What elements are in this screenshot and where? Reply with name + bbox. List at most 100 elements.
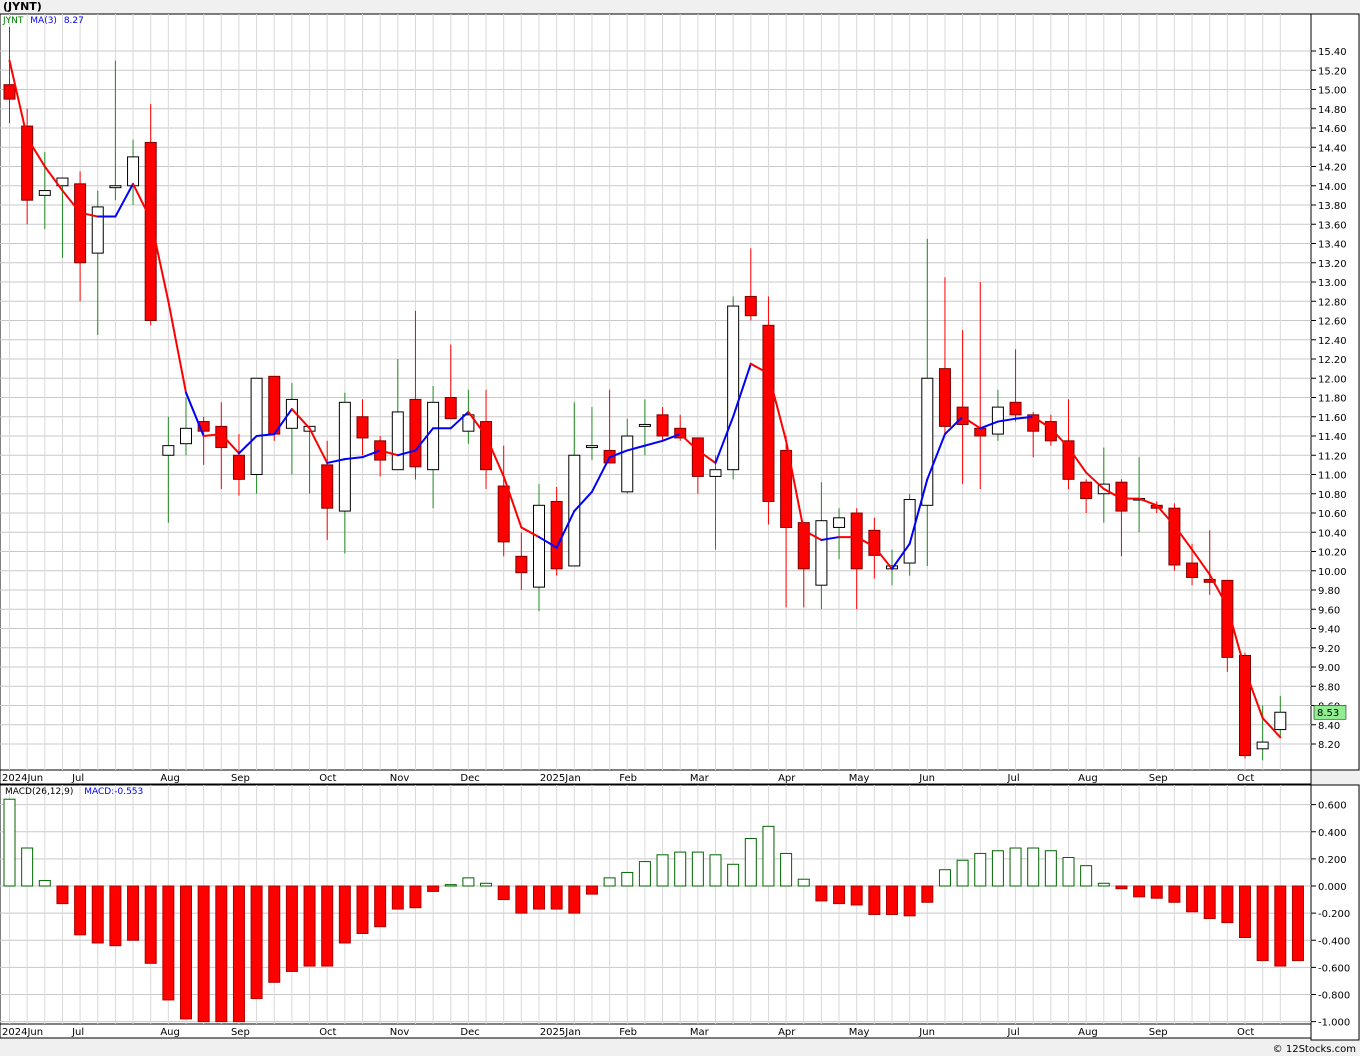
month-label: Jul [71, 1027, 84, 1038]
price-tick-label: 9.00 [1318, 663, 1340, 674]
price-tick-label: 13.20 [1318, 259, 1347, 270]
macd-bar [903, 885, 916, 917]
price-tick-label: 9.60 [1318, 605, 1340, 616]
month-label: Feb [619, 773, 637, 784]
candle-body [144, 141, 157, 321]
macd-bar [1221, 885, 1234, 924]
price-tick-label: 8.20 [1318, 740, 1340, 751]
price-tick-label: 13.60 [1318, 220, 1347, 231]
macd-bar [197, 885, 210, 1023]
macd-bar [480, 882, 493, 887]
candle-body [921, 377, 934, 506]
macd-bar [1203, 885, 1216, 920]
month-label: 2024Jun [2, 773, 43, 784]
price-tick-label: 9.80 [1318, 586, 1340, 597]
macd-tick-label: -1.000 [1318, 1018, 1350, 1029]
month-label: Oct [1237, 773, 1254, 784]
candle-body [762, 324, 775, 502]
month-label: Nov [390, 1027, 410, 1038]
chart-canvas: 15.40 15.20 15.00 14.80 14.60 14.40 14.20 14.00… [0, 13, 1360, 1041]
month-label: Oct [319, 1027, 336, 1038]
price-tick-label: 11.80 [1318, 394, 1347, 405]
macd-bar [3, 798, 16, 887]
price-tick-label: 14.00 [1318, 182, 1347, 193]
candle-body [938, 368, 951, 427]
month-label: 2025Jan [540, 1027, 581, 1038]
price-tick-label: 10.20 [1318, 548, 1347, 559]
candle-body [815, 520, 828, 586]
month-strip-top [0, 769, 1312, 785]
macd-bar [127, 885, 140, 941]
candle-body [638, 423, 651, 427]
month-label: Apr [778, 1027, 796, 1038]
price-panel-bg [0, 13, 1312, 771]
candle-body [497, 485, 510, 543]
candle-body [356, 416, 369, 439]
month-label: Mar [690, 773, 710, 784]
month-label: Jul [1007, 1027, 1020, 1038]
month-label: Sep [231, 773, 250, 784]
macd-bar [462, 877, 475, 887]
ma-label: MA(3) [30, 16, 57, 26]
macd-bar [1133, 885, 1146, 898]
price-tick-label: 11.20 [1318, 451, 1347, 462]
candle-body [833, 517, 846, 528]
macd-bar [162, 885, 175, 1001]
month-label: Aug [160, 1027, 180, 1038]
candle-body [550, 500, 563, 570]
price-tick-label: 12.00 [1318, 374, 1347, 385]
month-strip-bottom [0, 1023, 1312, 1039]
price-tick-label: 10.40 [1318, 528, 1347, 539]
macd-bar [1009, 847, 1022, 887]
candle-body [1256, 741, 1269, 750]
macd-bar [762, 825, 775, 887]
price-tick-label: 12.60 [1318, 317, 1347, 328]
month-label: Feb [619, 1027, 637, 1038]
macd-label: MACD(26,12,9) [5, 787, 74, 797]
price-tick-label: 15.40 [1318, 47, 1347, 58]
macd-bar [356, 885, 369, 934]
macd-bar [250, 885, 263, 1000]
macd-tick-label: 0.400 [1318, 828, 1347, 839]
candle-body [409, 398, 422, 468]
month-label: Oct [319, 773, 336, 784]
candle-body [1274, 711, 1287, 731]
candle-body [1080, 481, 1093, 500]
month-label: May [849, 1027, 870, 1038]
price-tick-label: 8.40 [1318, 721, 1340, 732]
month-label: Sep [1149, 1027, 1168, 1038]
candle-body [691, 437, 704, 477]
candle-body [515, 555, 528, 574]
macd-bar [497, 885, 510, 901]
month-label: Sep [231, 1027, 250, 1038]
price-tick-label: 11.60 [1318, 413, 1347, 424]
macd-bar [868, 885, 881, 915]
macd-bar [109, 885, 122, 947]
macd-bar [1168, 885, 1181, 903]
macd-bar [656, 854, 669, 887]
macd-bar [1115, 885, 1128, 890]
macd-tick-label: 0.000 [1318, 882, 1347, 893]
macd-bar [815, 885, 828, 902]
macd-bar [338, 885, 351, 944]
macd-bar [303, 885, 316, 967]
month-label: Aug [160, 773, 180, 784]
price-tick-label: 14.20 [1318, 163, 1347, 174]
candle-body [1186, 562, 1199, 578]
macd-bar [550, 885, 563, 910]
macd-bar [691, 851, 704, 887]
month-label: Oct [1237, 1027, 1254, 1038]
macd-bar [621, 871, 634, 887]
candle-body [109, 185, 122, 189]
macd-bar [215, 885, 228, 1023]
month-label: Jun [918, 1027, 935, 1038]
macd-bar [886, 885, 898, 915]
macd-tick-label: -0.800 [1318, 991, 1350, 1002]
macd-tick-label: -0.200 [1318, 909, 1350, 920]
month-label: Apr [778, 773, 796, 784]
price-tick-label: 12.80 [1318, 297, 1347, 308]
macd-bar [1027, 847, 1040, 887]
month-label: 2025Jan [540, 773, 581, 784]
candle-body [338, 401, 351, 512]
macd-tick-label: -0.600 [1318, 963, 1350, 974]
